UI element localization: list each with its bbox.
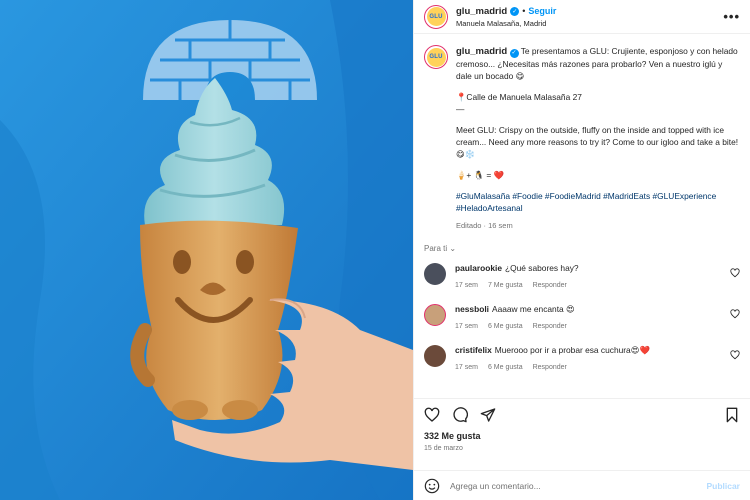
comment-age: 17 sem [455, 323, 478, 330]
logo-text: GLU [429, 13, 443, 20]
caption-divider: — [456, 104, 465, 114]
comment-age: 17 sem [455, 364, 478, 371]
comment-likes[interactable]: 7 Me gusta [488, 280, 523, 291]
comment-item: paularookie ¿Qué sabores hay? 17 sem 7 Me… [424, 263, 740, 291]
caption-english: Meet GLU: Crispy on the outside, fluffy … [456, 125, 739, 159]
comment-likes[interactable]: 6 Me gusta [488, 321, 523, 332]
heart-icon[interactable] [424, 407, 440, 423]
comments-scroll-area[interactable]: GLU glu_madrid ✓ Te presentamos a GLU: C… [414, 35, 750, 397]
penguin-waffle-cone [130, 220, 298, 420]
comment-text: Muerooo por ir a probar esa cuchura😍❤️ [494, 345, 650, 355]
heart-icon[interactable] [730, 268, 740, 278]
username-link[interactable]: glu_madrid [456, 6, 507, 17]
bookmark-icon[interactable] [724, 407, 740, 423]
caption-hashtags[interactable]: #GluMalasaña #Foodie #FoodieMadrid #Madr… [456, 190, 740, 214]
comment-text: Aaaaw me encanta 😍 [491, 304, 575, 314]
share-icon[interactable] [480, 407, 496, 423]
caption-address: 📍Calle de Manuela Malasaña 27 [456, 92, 582, 102]
more-icon[interactable]: ••• [723, 9, 740, 24]
caption-avatar[interactable]: GLU [424, 45, 448, 69]
like-count[interactable]: 332 Me gusta [424, 431, 740, 441]
post-actions: 332 Me gusta 15 de marzo Publicar [414, 398, 750, 500]
reply-button[interactable]: Responder [533, 362, 567, 373]
caption-equation: 🍦+ 🐧 = ❤️ [456, 170, 505, 180]
caption-edited: Editado · 16 sem [456, 221, 513, 230]
comment-username[interactable]: nessboli [455, 304, 489, 314]
comment-username[interactable]: paularookie [455, 263, 502, 273]
for-you-filter[interactable]: Para ti ⌄ [424, 244, 740, 253]
comment-likes[interactable]: 6 Me gusta [488, 362, 523, 373]
verified-icon: ✓ [510, 6, 520, 16]
location-link[interactable]: Manuela Malasaña, Madrid [456, 19, 723, 28]
emoji-icon[interactable] [424, 478, 440, 494]
heart-icon[interactable] [730, 309, 740, 319]
caption-username[interactable]: glu_madrid [456, 46, 507, 57]
post-header: GLU glu_madrid ✓ • Seguir Manuela Malasa… [414, 0, 750, 34]
comment-username[interactable]: cristifelix [455, 345, 492, 355]
caption: GLU glu_madrid ✓ Te presentamos a GLU: C… [424, 45, 740, 232]
heart-icon[interactable] [730, 350, 740, 360]
profile-avatar[interactable]: GLU [424, 4, 448, 29]
post-photo[interactable] [0, 0, 413, 500]
comment-avatar[interactable] [424, 345, 446, 367]
comment-item: cristifelix Muerooo por ir a probar esa c… [424, 345, 740, 373]
separator-dot: • [522, 6, 526, 16]
comment-avatar[interactable] [424, 304, 446, 326]
instagram-post-modal: GLU glu_madrid ✓ • Seguir Manuela Malasa… [0, 0, 750, 500]
comment-text: ¿Qué sabores hay? [505, 263, 579, 273]
comment-input[interactable] [450, 480, 697, 491]
post-details-panel: GLU glu_madrid ✓ • Seguir Manuela Malasa… [413, 0, 750, 500]
follow-button[interactable]: Seguir [528, 6, 556, 16]
add-comment-bar: Publicar [414, 470, 750, 500]
ice-cream-photo [0, 0, 413, 500]
comment-item: nessboli Aaaaw me encanta 😍 17 sem 6 Me g… [424, 304, 740, 332]
reply-button[interactable]: Responder [533, 280, 567, 291]
comment-age: 17 sem [455, 282, 478, 289]
reply-button[interactable]: Responder [533, 321, 567, 332]
comment-avatar[interactable] [424, 263, 446, 285]
verified-icon: ✓ [509, 48, 519, 58]
logo-text: GLU [429, 54, 443, 60]
publish-button[interactable]: Publicar [706, 481, 740, 491]
post-date: 15 de marzo [424, 445, 463, 452]
comment-icon[interactable] [452, 407, 468, 423]
